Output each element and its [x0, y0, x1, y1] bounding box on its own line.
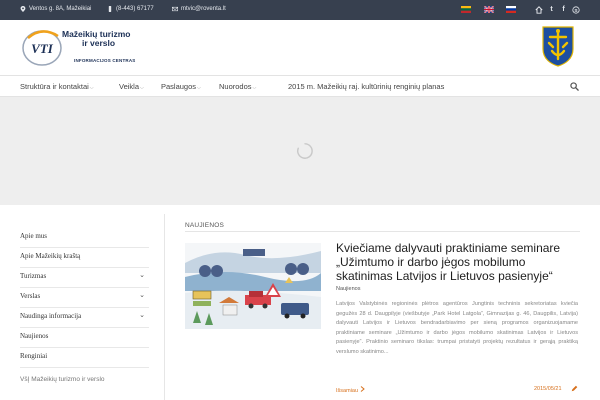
post-thumbnail[interactable]	[185, 243, 321, 329]
sidebar-item-naudinga-informacija[interactable]: Naudinga informacija ⌄	[20, 308, 149, 328]
twitter-icon[interactable]: t	[547, 5, 556, 14]
post-illustration-image	[185, 243, 321, 329]
chevron-down-icon: ⌵	[197, 85, 201, 91]
chevron-down-icon: ⌵	[140, 85, 144, 91]
sidebar-item-naujienos[interactable]: Naujienos	[20, 328, 149, 348]
coat-of-arms-icon	[542, 26, 574, 67]
sidebar-item-turizmas[interactable]: Turizmas ⌄	[20, 268, 149, 288]
chevron-down-icon: ⌄	[139, 311, 145, 319]
facebook-icon[interactable]: f	[559, 5, 568, 14]
read-more-link[interactable]: Išsamiau	[336, 386, 365, 394]
logo-mark-icon: VTI	[22, 30, 62, 66]
section-divider	[185, 231, 580, 232]
sidebar-item-apie-krasta[interactable]: Apie Mažeikių kraštą	[20, 248, 149, 268]
logo-subtitle: INFORMACIJOS CENTRAS	[74, 58, 136, 63]
email[interactable]: mtvic@roventa.lt	[172, 6, 226, 12]
post-category-link[interactable]: Naujienos	[336, 286, 360, 292]
main-nav: Struktūra ir kontaktai⌵ Veikla⌵ Paslaugo…	[0, 75, 600, 97]
nav-item-paslaugos[interactable]: Paslaugos⌵	[161, 82, 201, 91]
hero-slider	[0, 97, 600, 205]
section-title: NAUJIENOS	[185, 222, 225, 229]
flag-lt-icon[interactable]	[461, 6, 471, 13]
chevron-down-icon: ⌄	[139, 271, 145, 279]
phone-icon	[108, 6, 112, 12]
chevron-down-icon: ⌄	[139, 291, 145, 299]
phone-text: (8-443) 67177	[116, 6, 154, 12]
loading-spinner-icon	[297, 143, 313, 159]
search-icon[interactable]	[570, 82, 579, 91]
nav-item-veikla[interactable]: Veikla⌵	[119, 82, 144, 91]
address: Ventos g. 8A, Mažeikiai	[20, 6, 91, 12]
sidebar-item-renginiai[interactable]: Renginiai	[20, 348, 149, 368]
post-date: 2015/05/21	[534, 386, 562, 392]
chevron-down-icon: ⌵	[89, 85, 94, 91]
post-title-link[interactable]: Kviečiame dalyvauti praktiniame seminare…	[336, 241, 582, 283]
home-icon[interactable]	[534, 5, 543, 14]
svg-text:VTI: VTI	[31, 41, 54, 56]
flag-en-icon[interactable]	[484, 6, 494, 13]
nav-item-struktura[interactable]: Struktūra ir kontaktai⌵	[20, 82, 94, 91]
mail-icon	[172, 6, 178, 12]
phone[interactable]: (8-443) 67177	[107, 6, 154, 12]
location-pin-icon	[20, 6, 26, 12]
column-divider	[164, 214, 165, 400]
sidebar-item-verslas[interactable]: Verslas ⌄	[20, 288, 149, 308]
logo-title: Mažeikių turizmo ir verslo	[62, 29, 131, 48]
nav-item-renginiu-planas[interactable]: 2015 m. Mažeikių raj. kultūrinių rengini…	[288, 82, 444, 91]
pencil-icon[interactable]	[571, 385, 578, 392]
chevron-right-icon	[360, 386, 365, 392]
sidebar-menu: Apie mus Apie Mažeikių kraštą Turizmas ⌄ …	[20, 228, 149, 383]
nav-item-nuorodos[interactable]: Nuorodos⌵	[219, 82, 256, 91]
skype-icon[interactable]: S	[571, 5, 580, 14]
flag-ru-icon[interactable]	[506, 6, 516, 13]
chevron-down-icon: ⌵	[252, 85, 257, 91]
address-text: Ventos g. 8A, Mažeikiai	[29, 6, 92, 12]
sidebar-footer-text: VšĮ Mažeikių turizmo ir verslo	[20, 376, 105, 383]
top-bar: Ventos g. 8A, Mažeikiai (8-443) 67177 mt…	[0, 0, 600, 20]
site-logo[interactable]: VTI Mažeikių turizmo ir verslo INFORMACI…	[22, 28, 172, 68]
sidebar-item-apie-mus[interactable]: Apie mus	[20, 228, 149, 248]
site-header: VTI Mažeikių turizmo ir verslo INFORMACI…	[0, 20, 600, 75]
post-excerpt: Latvijos Valstybinės regioninės plėtros …	[336, 301, 578, 355]
email-text: mtvic@roventa.lt	[181, 6, 226, 12]
